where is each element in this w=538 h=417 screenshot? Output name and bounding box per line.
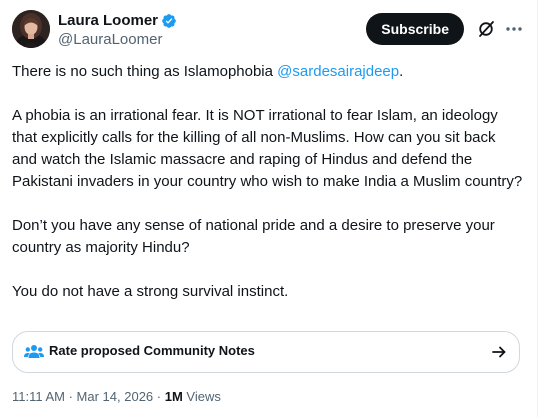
tweet-text: There is no such thing as Islamophobia @… — [12, 61, 524, 303]
arrow-right-icon — [491, 344, 507, 360]
more-dots-icon[interactable] — [504, 19, 524, 39]
grok-icon[interactable] — [476, 19, 496, 39]
views-count: 1M — [164, 389, 183, 404]
verified-badge-icon[interactable] — [161, 13, 177, 29]
community-notes-button[interactable]: Rate proposed Community Notes — [12, 331, 520, 373]
timestamp-link[interactable]: 11:11 AM · Mar 14, 2026 — [12, 389, 153, 404]
tweet-paragraph-4: You do not have a strong survival instin… — [12, 283, 289, 300]
meta-separator: · — [153, 389, 165, 404]
subscribe-button[interactable]: Subscribe — [366, 13, 464, 45]
author-names: Laura Loomer @LauraLoomer — [58, 11, 177, 48]
profile-avatar-icon — [12, 10, 50, 48]
community-notes-label: Rate proposed Community Notes — [49, 343, 255, 358]
display-name-row: Laura Loomer — [58, 11, 177, 30]
tweet-header: Laura Loomer @LauraLoomer Subscribe — [12, 10, 524, 50]
tweet-paragraph-2: A phobia is an irrational fear. It is NO… — [12, 107, 523, 190]
tweet-paragraph-1: There is no such thing as Islamophobia @… — [12, 61, 524, 83]
people-icon — [24, 343, 44, 361]
mention-link[interactable]: @sardesairajdeep — [277, 63, 399, 80]
display-name[interactable]: Laura Loomer — [58, 12, 158, 29]
tweet-line1-end: . — [399, 63, 404, 80]
views-label: Views — [182, 389, 221, 404]
tweet-paragraph-3: Don’t you have any sense of national pri… — [12, 217, 495, 256]
handle[interactable]: @LauraLoomer — [58, 31, 177, 48]
avatar[interactable] — [12, 10, 50, 48]
tweet-meta: 11:11 AM · Mar 14, 2026 · 1M Views — [12, 389, 221, 404]
tweet-line1-text: There is no such thing as Islamophobia — [12, 63, 278, 80]
